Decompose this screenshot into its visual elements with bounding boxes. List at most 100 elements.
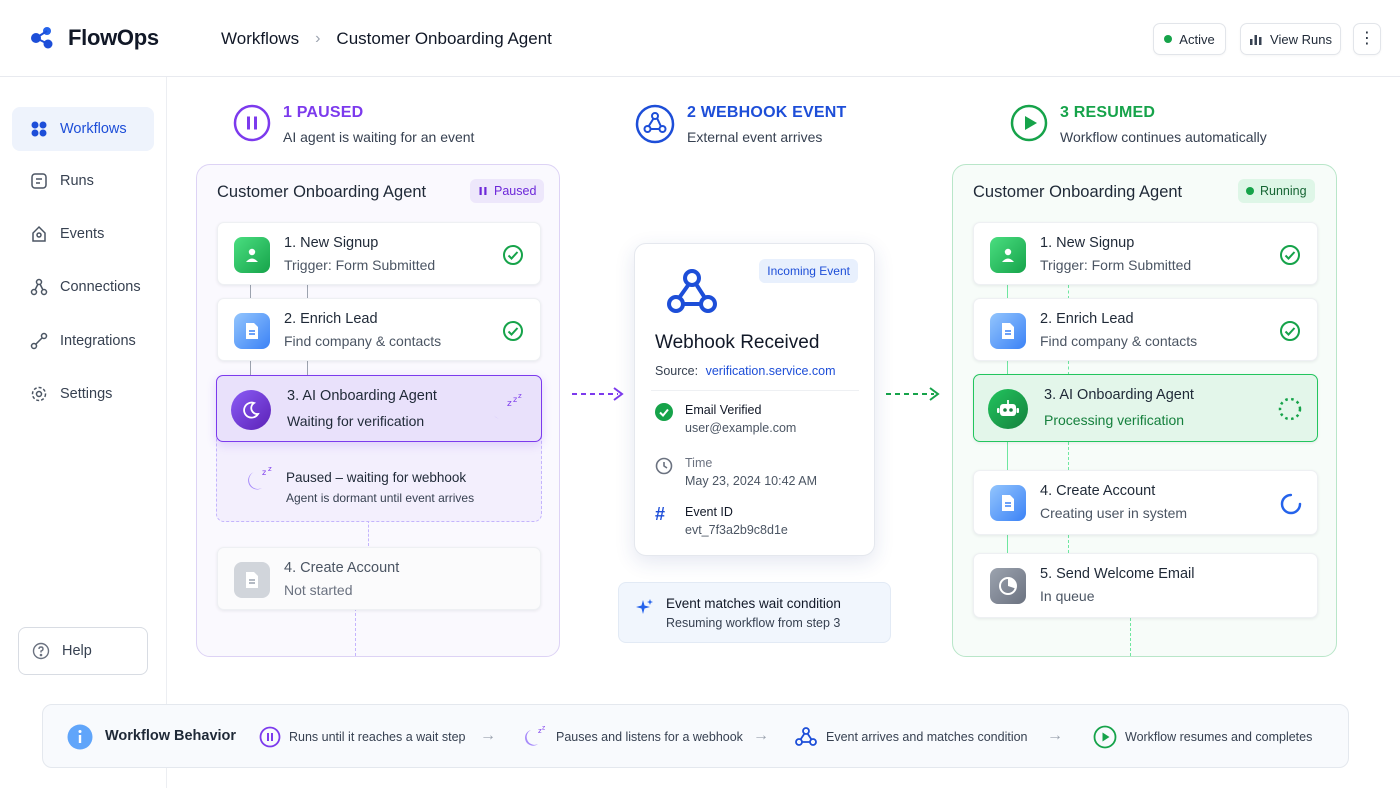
sidebar: Workflows Runs Events Connections Integr… bbox=[0, 77, 167, 788]
step-title: 5. Send Welcome Email bbox=[1040, 566, 1195, 582]
step-subtitle: Trigger: Form Submitted bbox=[1040, 257, 1192, 273]
status-label: Active bbox=[1179, 31, 1215, 47]
sidebar-item-integrations[interactable]: Integrations bbox=[12, 319, 154, 363]
step-subtitle: In queue bbox=[1040, 588, 1095, 604]
workflow-behavior-bar: Workflow Behavior Runs until it reaches … bbox=[42, 704, 1349, 768]
step-subtitle: Not started bbox=[284, 582, 353, 598]
help-button[interactable]: Help bbox=[18, 627, 148, 675]
connector-line bbox=[1068, 361, 1069, 375]
behavior-item-run: Runs until it reaches a wait step bbox=[259, 705, 465, 769]
step-card-new-signup[interactable]: 1. New Signup Trigger: Form Submitted bbox=[217, 222, 541, 285]
sparkle-icon bbox=[636, 599, 653, 614]
step-card-new-signup[interactable]: 1. New Signup Trigger: Form Submitted bbox=[973, 222, 1318, 285]
step-card-enrich-lead[interactable]: 2. Enrich Lead Find company & contacts bbox=[973, 298, 1318, 361]
step-card-send-welcome-email[interactable]: 5. Send Welcome Email In queue bbox=[973, 553, 1318, 618]
event-row-value: user@example.com bbox=[685, 421, 797, 435]
step-subtitle: Find company & contacts bbox=[1040, 333, 1198, 349]
arrow-to-resumed-icon bbox=[886, 387, 940, 401]
check-circle-icon bbox=[503, 245, 523, 265]
sidebar-item-settings[interactable]: Settings bbox=[12, 372, 154, 416]
badge-label: Running bbox=[1260, 184, 1307, 198]
connector-line bbox=[1007, 442, 1008, 470]
stage-resumed: 3 RESUMED Workflow continues automatical… bbox=[1010, 104, 1267, 145]
view-runs-label: View Runs bbox=[1270, 31, 1332, 47]
sidebar-item-runs[interactable]: Runs bbox=[12, 159, 154, 203]
connector-line bbox=[1007, 535, 1008, 553]
more-menu-button[interactable]: ⋮ bbox=[1353, 23, 1381, 55]
check-circle-icon bbox=[503, 321, 523, 341]
step-card-create-account-pending[interactable]: 4. Create Account Not started bbox=[217, 547, 541, 610]
stage-paused: 1 PAUSED AI agent is waiting for an even… bbox=[233, 104, 474, 145]
step-title: 3. AI Onboarding Agent bbox=[287, 388, 437, 404]
brand[interactable]: FlowOps bbox=[28, 24, 159, 52]
breadcrumb: Workflows › Customer Onboarding Agent bbox=[221, 29, 552, 49]
paused-workflow-panel: Customer Onboarding Agent Paused 1. New … bbox=[196, 164, 560, 657]
view-runs-button[interactable]: View Runs bbox=[1240, 23, 1341, 55]
breadcrumb-workflows[interactable]: Workflows bbox=[221, 29, 299, 49]
bar-chart-icon bbox=[1250, 35, 1262, 45]
footer-title: Workflow Behavior bbox=[105, 728, 237, 744]
behavior-label: Runs until it reaches a wait step bbox=[289, 730, 466, 744]
source-value[interactable]: verification.service.com bbox=[706, 364, 836, 378]
sidebar-item-label: Events bbox=[60, 226, 105, 242]
divider bbox=[651, 390, 859, 391]
sidebar-item-label: Connections bbox=[60, 279, 141, 295]
event-row-label: Email Verified bbox=[685, 403, 762, 417]
svg-text:z: z bbox=[518, 392, 522, 400]
info-icon bbox=[67, 724, 93, 750]
event-row-value: May 23, 2024 10:42 AM bbox=[685, 474, 818, 488]
step-card-ai-agent-paused[interactable]: 3. AI Onboarding Agent Waiting for verif… bbox=[216, 375, 542, 442]
stage-title: 3 RESUMED bbox=[1060, 104, 1156, 121]
clock-icon bbox=[655, 457, 673, 475]
event-row-label: Time bbox=[685, 456, 713, 470]
events-icon bbox=[32, 225, 46, 242]
resumed-workflow-panel: Customer Onboarding Agent Running 1. New… bbox=[952, 164, 1337, 657]
event-source: Source: verification.service.com bbox=[655, 364, 835, 378]
more-vertical-icon: ⋮ bbox=[1359, 30, 1375, 47]
integrations-icon bbox=[30, 332, 48, 350]
status-active-button[interactable]: Active bbox=[1153, 23, 1226, 55]
chevron-right-icon: › bbox=[315, 30, 321, 47]
runs-icon bbox=[31, 173, 47, 189]
step-card-ai-agent-processing[interactable]: 3. AI Onboarding Agent Processing verifi… bbox=[973, 374, 1318, 442]
connector-line bbox=[307, 285, 308, 299]
pie-clock-icon bbox=[990, 568, 1026, 604]
help-label: Help bbox=[62, 643, 92, 659]
arrow-to-webhook-icon bbox=[572, 387, 624, 401]
sidebar-item-events[interactable]: Events bbox=[12, 212, 154, 256]
sidebar-item-workflows[interactable]: Workflows bbox=[12, 107, 154, 151]
step-subtitle: Trigger: Form Submitted bbox=[284, 257, 436, 273]
step-title: 1. New Signup bbox=[1040, 235, 1135, 251]
svg-text:z: z bbox=[268, 465, 272, 473]
user-icon bbox=[990, 237, 1026, 273]
sidebar-item-label: Settings bbox=[60, 386, 113, 402]
connector-line bbox=[1130, 618, 1131, 656]
pause-circle-icon bbox=[259, 726, 281, 748]
flowops-logo-icon bbox=[31, 27, 53, 49]
incoming-event-tag: Incoming Event bbox=[759, 259, 858, 283]
connector-line bbox=[368, 520, 369, 546]
status-dot-icon bbox=[1164, 35, 1173, 43]
step-card-create-account[interactable]: 4. Create Account Creating user in syste… bbox=[973, 470, 1318, 535]
arrow-right-icon: → bbox=[753, 727, 769, 744]
webhook-icon bbox=[667, 269, 717, 313]
step-subtitle: Creating user in system bbox=[1040, 505, 1188, 521]
behavior-item-pause: z z Pauses and listens for a webhook bbox=[522, 705, 743, 769]
webhook-event-card[interactable]: Incoming Event Webhook Received Source: … bbox=[634, 243, 875, 556]
arrow-right-icon: → bbox=[480, 727, 496, 744]
stage-webhook: 2 WEBHOOK EVENT External event arrives bbox=[635, 104, 846, 145]
sidebar-item-connections[interactable]: Connections bbox=[12, 265, 154, 309]
source-label: Source: bbox=[655, 364, 699, 378]
tag-label: Incoming Event bbox=[767, 264, 850, 278]
document-icon bbox=[990, 313, 1026, 349]
wait-note-subtitle: Agent is dormant until event arrives bbox=[286, 491, 475, 505]
loading-spinner-icon bbox=[1280, 493, 1302, 515]
step-card-enrich-lead[interactable]: 2. Enrich Lead Find company & contacts bbox=[217, 298, 541, 361]
status-badge-running: Running bbox=[1238, 179, 1315, 203]
behavior-item-event: Event arrives and matches condition bbox=[794, 705, 1028, 769]
pause-icon bbox=[479, 187, 487, 195]
sleeping-moon-icon: z z bbox=[525, 725, 545, 746]
processing-spinner-icon bbox=[1278, 397, 1302, 421]
step-subtitle: Waiting for verification bbox=[287, 413, 425, 429]
event-row-value: evt_7f3a2b9c8d1e bbox=[685, 523, 788, 537]
